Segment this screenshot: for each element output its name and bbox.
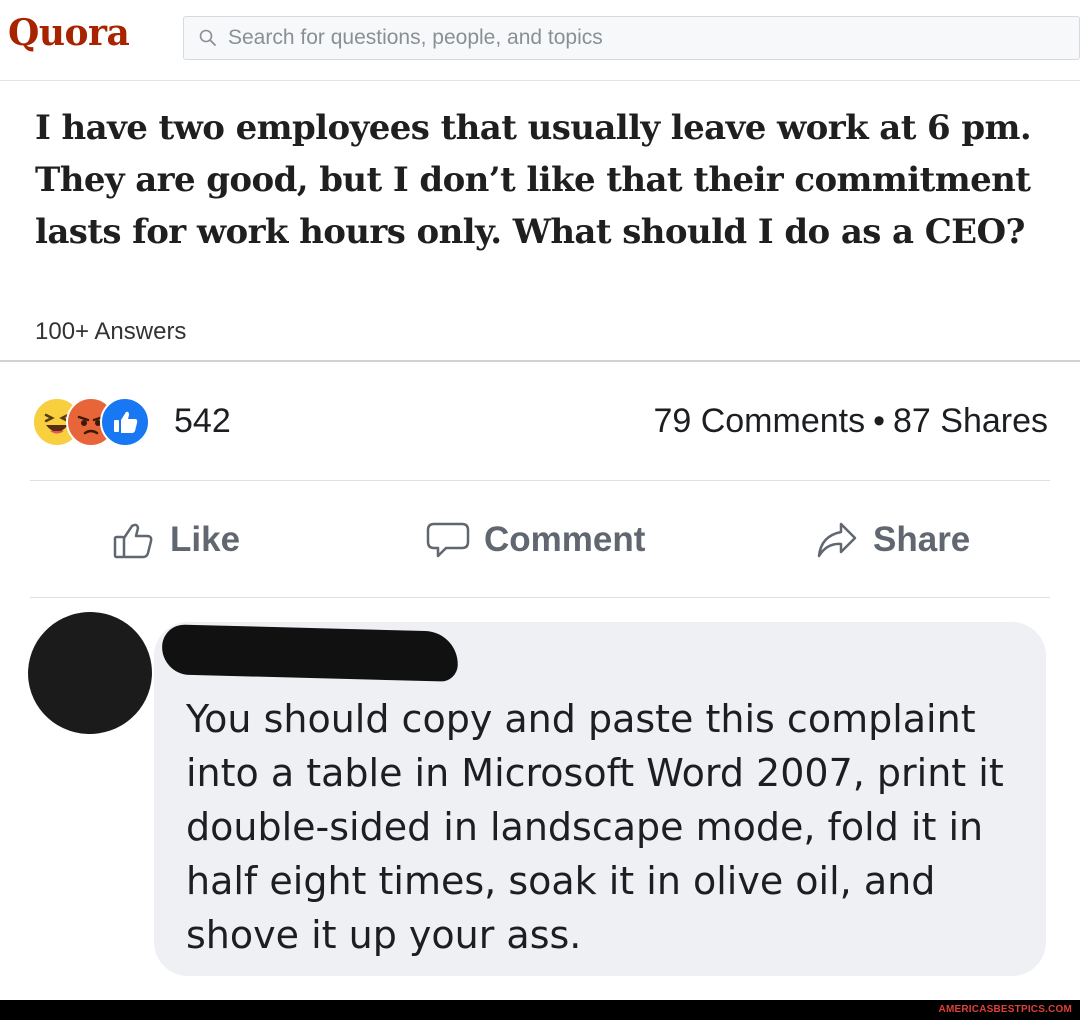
search-icon	[199, 29, 216, 46]
watermark-bar: AMERICASBESTPICS.COM	[0, 1000, 1080, 1020]
quora-logo[interactable]: Quora	[8, 12, 130, 54]
like-icon	[100, 397, 150, 447]
comments-count[interactable]: 79 Comments	[653, 402, 865, 440]
share-label: Share	[873, 520, 971, 559]
quora-header: Quora	[0, 0, 1080, 80]
question-title[interactable]: I have two employees that usually leave …	[35, 102, 1065, 258]
reaction-count[interactable]: 542	[174, 402, 231, 441]
watermark-text: AMERICASBESTPICS.COM	[938, 1004, 1072, 1015]
avatar[interactable]	[20, 603, 160, 743]
shares-count[interactable]: 87 Shares	[893, 402, 1048, 440]
actions-divider-bottom	[30, 597, 1050, 598]
header-divider	[0, 80, 1080, 81]
actions-divider-top	[30, 480, 1050, 481]
comment-label: Comment	[484, 520, 646, 559]
like-label: Like	[170, 520, 241, 559]
thumbs-up-icon	[113, 523, 153, 559]
like-button[interactable]: Like	[112, 510, 240, 570]
redacted-username	[161, 624, 459, 682]
share-button[interactable]: Share	[815, 510, 970, 570]
comment-button[interactable]: Comment	[426, 510, 645, 570]
share-arrow-icon	[817, 522, 857, 558]
stats-separator: •	[873, 402, 885, 440]
post-divider	[0, 360, 1080, 362]
search-input[interactable]	[228, 23, 1048, 53]
answers-count[interactable]: 100+ Answers	[35, 318, 186, 346]
comment-text: You should copy and paste this complaint…	[186, 697, 1004, 957]
speech-bubble-icon	[426, 522, 470, 558]
search-bar[interactable]	[183, 16, 1080, 60]
post-stats: 79 Comments • 87 Shares	[653, 402, 1048, 441]
